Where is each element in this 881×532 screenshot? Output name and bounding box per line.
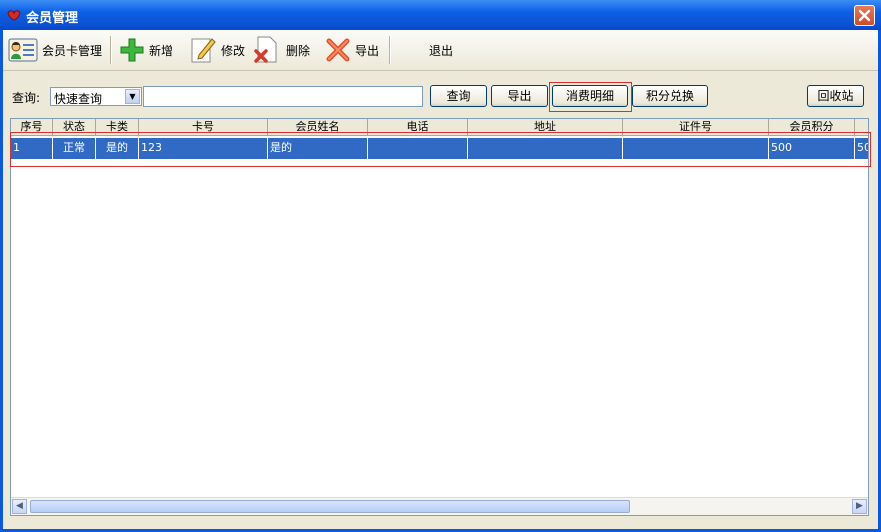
member-card-icon	[8, 38, 38, 62]
query-input[interactable]	[143, 86, 423, 107]
highlight-box	[549, 82, 632, 112]
query-mode-select[interactable]: 快速查询 ▼	[50, 87, 142, 106]
query-label: 查询:	[12, 91, 41, 105]
toolbar-divider	[389, 36, 391, 64]
export-label: 导出	[355, 43, 380, 58]
delete-doc-icon	[254, 36, 277, 63]
export-query-button[interactable]: 导出	[491, 85, 548, 107]
close-button[interactable]	[854, 5, 875, 26]
card-manage-button[interactable]: 会员卡管理	[8, 34, 102, 66]
scroll-thumb[interactable]	[30, 500, 630, 513]
add-button[interactable]: 新增	[119, 34, 173, 66]
close-icon	[858, 9, 871, 22]
add-label: 新增	[149, 43, 174, 58]
window-title: 会员管理	[26, 11, 79, 26]
points-exchange-button[interactable]: 积分兑换	[632, 85, 708, 107]
recycle-bin-button[interactable]: 回收站	[807, 85, 864, 107]
toolbar-divider	[110, 36, 112, 64]
title-bar[interactable]: 会员管理	[0, 0, 881, 30]
edit-pencil-icon	[191, 38, 216, 63]
app-window: 会员管理 会员卡管理 新增 修改 删除 导出 退出 查询: 快速查询 ▼ 查询 …	[0, 0, 881, 532]
app-icon	[7, 10, 21, 21]
export-button[interactable]: 导出	[325, 34, 379, 66]
plus-icon	[120, 38, 144, 62]
member-table: 序号 状态 卡类 卡号 会员姓名 电话 地址 证件号 会员积分 1 正常 是的 …	[10, 118, 869, 516]
query-mode-value: 快速查询	[54, 92, 103, 106]
delete-label: 删除	[286, 43, 311, 58]
edit-label: 修改	[221, 43, 246, 58]
card-manage-label: 会员卡管理	[42, 43, 103, 58]
scroll-right-icon[interactable]: ▶	[852, 499, 867, 514]
highlight-box	[10, 132, 871, 167]
horizontal-scrollbar[interactable]: ◀ ▶	[11, 497, 868, 515]
export-x-icon	[326, 38, 350, 62]
exit-button[interactable]: 退出	[425, 34, 453, 66]
chevron-down-icon[interactable]: ▼	[125, 89, 140, 104]
edit-button[interactable]: 修改	[189, 34, 245, 66]
scroll-left-icon[interactable]: ◀	[12, 499, 27, 514]
delete-button[interactable]: 删除	[252, 34, 310, 66]
toolbar: 会员卡管理 新增 修改 删除 导出 退出	[3, 30, 878, 71]
query-button[interactable]: 查询	[430, 85, 487, 107]
exit-label: 退出	[429, 43, 454, 58]
